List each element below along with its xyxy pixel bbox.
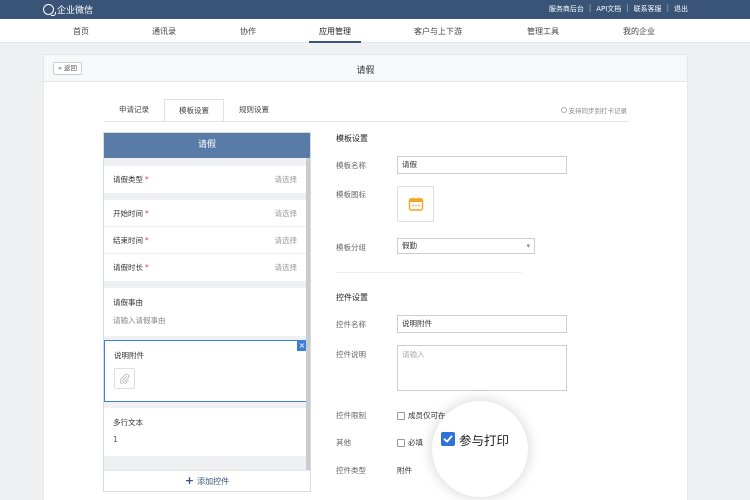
- plus-icon: +: [184, 474, 195, 487]
- attachment-label: 说明附件: [114, 351, 144, 360]
- limit-option[interactable]: 成员仅可在: [397, 410, 446, 421]
- attachment-field-selected[interactable]: × 说明附件: [104, 340, 308, 402]
- template-group-value: 假勤: [402, 241, 417, 250]
- contact-support-link[interactable]: 联系客服: [634, 4, 662, 14]
- card-header: « 返回 请假: [44, 55, 687, 82]
- multiline-value: 1: [113, 435, 118, 444]
- tab-bar: 申请记录 模板设置 规则设置: [104, 99, 284, 122]
- template-group-select[interactable]: 假勤 ▾: [397, 238, 535, 254]
- required-option-label: 必填: [408, 438, 423, 447]
- top-bar: 企业微信 服务商后台 | API文档 | 联系客服 | 退出: [0, 0, 750, 19]
- sync-option[interactable]: 支持同步到打卡记录: [560, 105, 628, 115]
- required-mark: *: [145, 208, 149, 218]
- nav-customers[interactable]: 客户与上下游: [414, 26, 462, 37]
- field-label: 请假时长: [113, 263, 143, 272]
- logo[interactable]: 企业微信: [43, 3, 93, 16]
- form-preview: 请假 请假类型 * 请选择 开始时间 * 请选择 结束时间 * 请选择 请假时长 * 请…: [103, 132, 311, 492]
- multiline-label: 多行文本: [113, 418, 143, 427]
- template-icon-picker[interactable]: [397, 186, 434, 222]
- field-label: 结束时间: [113, 235, 143, 245]
- control-type-value: 附件: [397, 466, 412, 475]
- page-title: 请假: [356, 66, 375, 76]
- template-settings-title: 模板设置: [336, 134, 368, 143]
- field-placeholder: 请选择: [274, 175, 298, 184]
- nav-admin-tools[interactable]: 管理工具: [527, 26, 559, 37]
- content-card: « 返回 请假 申请记录 模板设置 规则设置 支持同步到打卡记录 请假 请假类型…: [43, 54, 688, 500]
- leave-type-field[interactable]: 请假类型 * 请选择: [104, 166, 306, 193]
- duration-field[interactable]: 请假时长 * 请选择: [104, 254, 306, 281]
- tab-records[interactable]: 申请记录: [104, 99, 164, 122]
- template-name-label: 模板名称: [336, 161, 366, 170]
- preview-scrollbar[interactable]: [306, 158, 310, 473]
- required-mark: *: [145, 263, 149, 272]
- print-option-magnifier: 参与打印: [432, 401, 528, 497]
- add-control-label: 添加控件: [197, 477, 230, 486]
- main-nav: 首页 通讯录 协作 应用管理 客户与上下游 管理工具 我的企业: [0, 19, 750, 43]
- multiline-text-field[interactable]: 多行文本 1: [104, 408, 306, 456]
- required-option[interactable]: 必填: [397, 437, 423, 448]
- logout-link[interactable]: 退出: [674, 4, 688, 14]
- separator: |: [666, 4, 669, 12]
- logo-text: 企业微信: [57, 6, 94, 16]
- control-desc-textarea[interactable]: 请输入: [397, 345, 567, 391]
- required-checkbox[interactable]: [397, 438, 405, 447]
- radio-icon[interactable]: [560, 107, 567, 113]
- end-time-field[interactable]: 结束时间 * 请选择: [104, 227, 306, 254]
- template-group-label: 模板分组: [336, 243, 366, 252]
- nav-app-management[interactable]: 应用管理: [309, 26, 361, 43]
- chevron-down-icon: ▾: [526, 242, 530, 250]
- print-option-label: 参与打印: [459, 433, 510, 448]
- template-name-input[interactable]: 请假: [397, 156, 567, 174]
- separator: |: [588, 4, 592, 12]
- calendar-icon: [408, 197, 423, 211]
- preview-title: 请假: [104, 133, 310, 158]
- tab-divider: [104, 121, 629, 122]
- reason-label: 请假事由: [113, 298, 143, 307]
- field-placeholder: 请选择: [274, 208, 298, 218]
- tab-rule-settings[interactable]: 规则设置: [224, 99, 284, 122]
- sync-label: 支持同步到打卡记录: [568, 107, 628, 115]
- start-time-field[interactable]: 开始时间 * 请选择: [104, 200, 306, 227]
- field-label: 开始时间: [113, 208, 143, 218]
- api-docs-link[interactable]: API文档: [596, 4, 621, 14]
- control-name-input[interactable]: 说明附件: [397, 315, 567, 333]
- control-name-label: 控件名称: [336, 320, 366, 329]
- type-field-group: 请假类型 * 请选择: [104, 166, 306, 193]
- nav-collaboration[interactable]: 协作: [240, 26, 256, 37]
- provider-backend-link[interactable]: 服务商后台: [549, 4, 584, 14]
- reason-placeholder: 请输入请假事由: [113, 316, 166, 325]
- top-links: 服务商后台 | API文档 | 联系客服 | 退出: [549, 4, 688, 14]
- limit-checkbox[interactable]: [397, 411, 405, 420]
- add-control-button[interactable]: + 添加控件: [104, 470, 310, 491]
- control-desc-label: 控件说明: [336, 350, 366, 359]
- nav-my-enterprise[interactable]: 我的企业: [623, 26, 655, 37]
- other-label: 其他: [336, 438, 351, 447]
- section-divider: [336, 272, 522, 273]
- control-limit-label: 控件限制: [336, 411, 366, 420]
- control-type-label: 控件类型: [336, 466, 366, 475]
- nav-contacts[interactable]: 通讯录: [152, 26, 176, 37]
- required-mark: *: [145, 235, 149, 245]
- limit-option-label: 成员仅可在: [408, 411, 446, 420]
- nav-home[interactable]: 首页: [73, 26, 89, 37]
- checkmark-icon: [443, 435, 453, 443]
- print-checkbox[interactable]: [441, 432, 455, 446]
- chat-bubble-icon: [43, 4, 56, 16]
- control-settings-title: 控件设置: [336, 293, 368, 302]
- template-icon-label: 模板图标: [336, 190, 366, 199]
- field-placeholder: 请选择: [274, 235, 298, 245]
- time-field-group: 开始时间 * 请选择 结束时间 * 请选择 请假时长 * 请选择: [104, 200, 306, 281]
- separator: |: [626, 4, 629, 12]
- tab-template-settings[interactable]: 模板设置: [164, 99, 224, 122]
- field-placeholder: 请选择: [274, 263, 298, 272]
- reason-field[interactable]: 请假事由 请输入请假事由: [104, 288, 306, 336]
- required-mark: *: [145, 175, 149, 184]
- field-label: 请假类型: [113, 175, 143, 184]
- paperclip-icon: [114, 368, 135, 389]
